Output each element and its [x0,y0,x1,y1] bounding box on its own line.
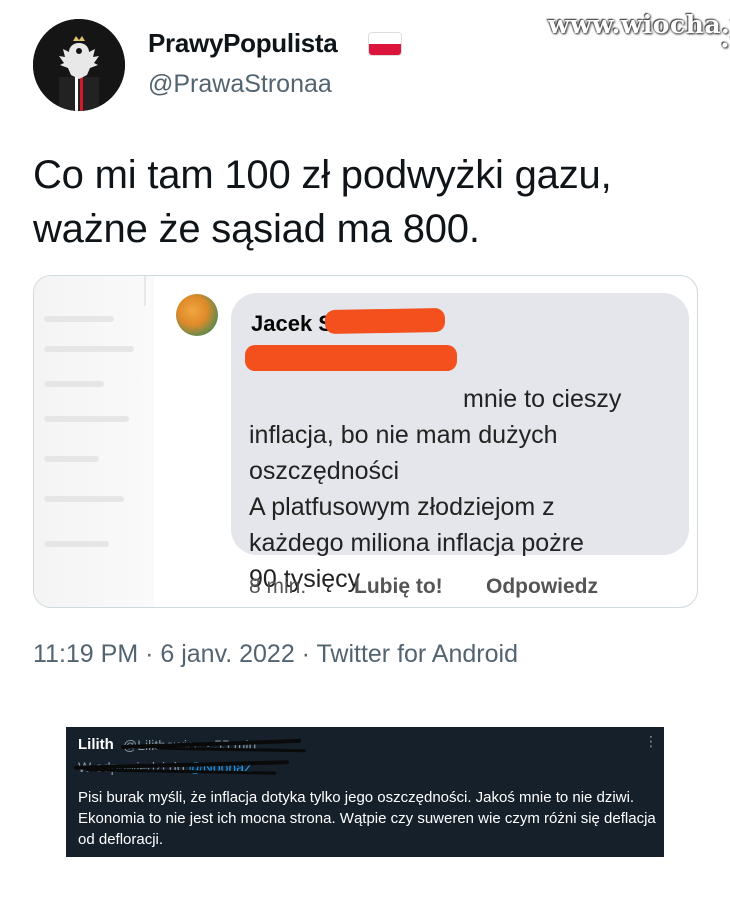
thread-line [144,276,146,306]
tweet-timestamp[interactable]: 11:19 PM · 6 janv. 2022 · Twitter for An… [33,640,518,669]
comment-time: 8 min. [249,575,307,598]
redaction-mark [324,307,446,335]
profile-avatar[interactable] [33,19,125,111]
like-link[interactable]: Lubię to! [354,575,443,599]
reply-author-name: Lilith [78,736,114,753]
commenter-avatar [176,294,218,336]
tweet-text-line: Co mi tam 100 zł podwyżki gazu, [33,153,612,197]
watermark-dots: ••• [720,38,730,54]
comment-bubble: Jacek S mnie to cieszy inflacja, bo nie … [231,293,689,593]
poland-flag-icon [369,33,401,55]
blurred-sidebar [34,276,154,607]
reply-text: Pisi burak myśli, że inflacja dotyka tyl… [78,789,656,848]
site-watermark: www.wiocha.pl ••• [548,10,730,54]
comment-body: mnie to cieszy inflacja, bo nie mam duży… [249,385,622,593]
tweet-media-image[interactable]: Jacek S mnie to cieszy inflacja, bo nie … [33,275,698,608]
user-handle[interactable]: @PrawaStronaa [148,70,332,99]
reply-link[interactable]: Odpowiedz [486,575,598,599]
tweet-text-line: ważne że sąsiad ma 800. [33,207,480,251]
eagle-emblem-icon [33,19,125,111]
display-name[interactable]: PrawyPopulista [148,28,338,59]
commenter-name: Jacek S [251,311,333,336]
more-vertical-icon[interactable]: ⋮ [644,733,658,750]
tweet-text: Co mi tam 100 zł podwyżki gazu, ważne że… [33,148,713,256]
reply-screenshot: Lilith @Lilithowice · 55 min ⋮ W odpowie… [66,727,664,857]
